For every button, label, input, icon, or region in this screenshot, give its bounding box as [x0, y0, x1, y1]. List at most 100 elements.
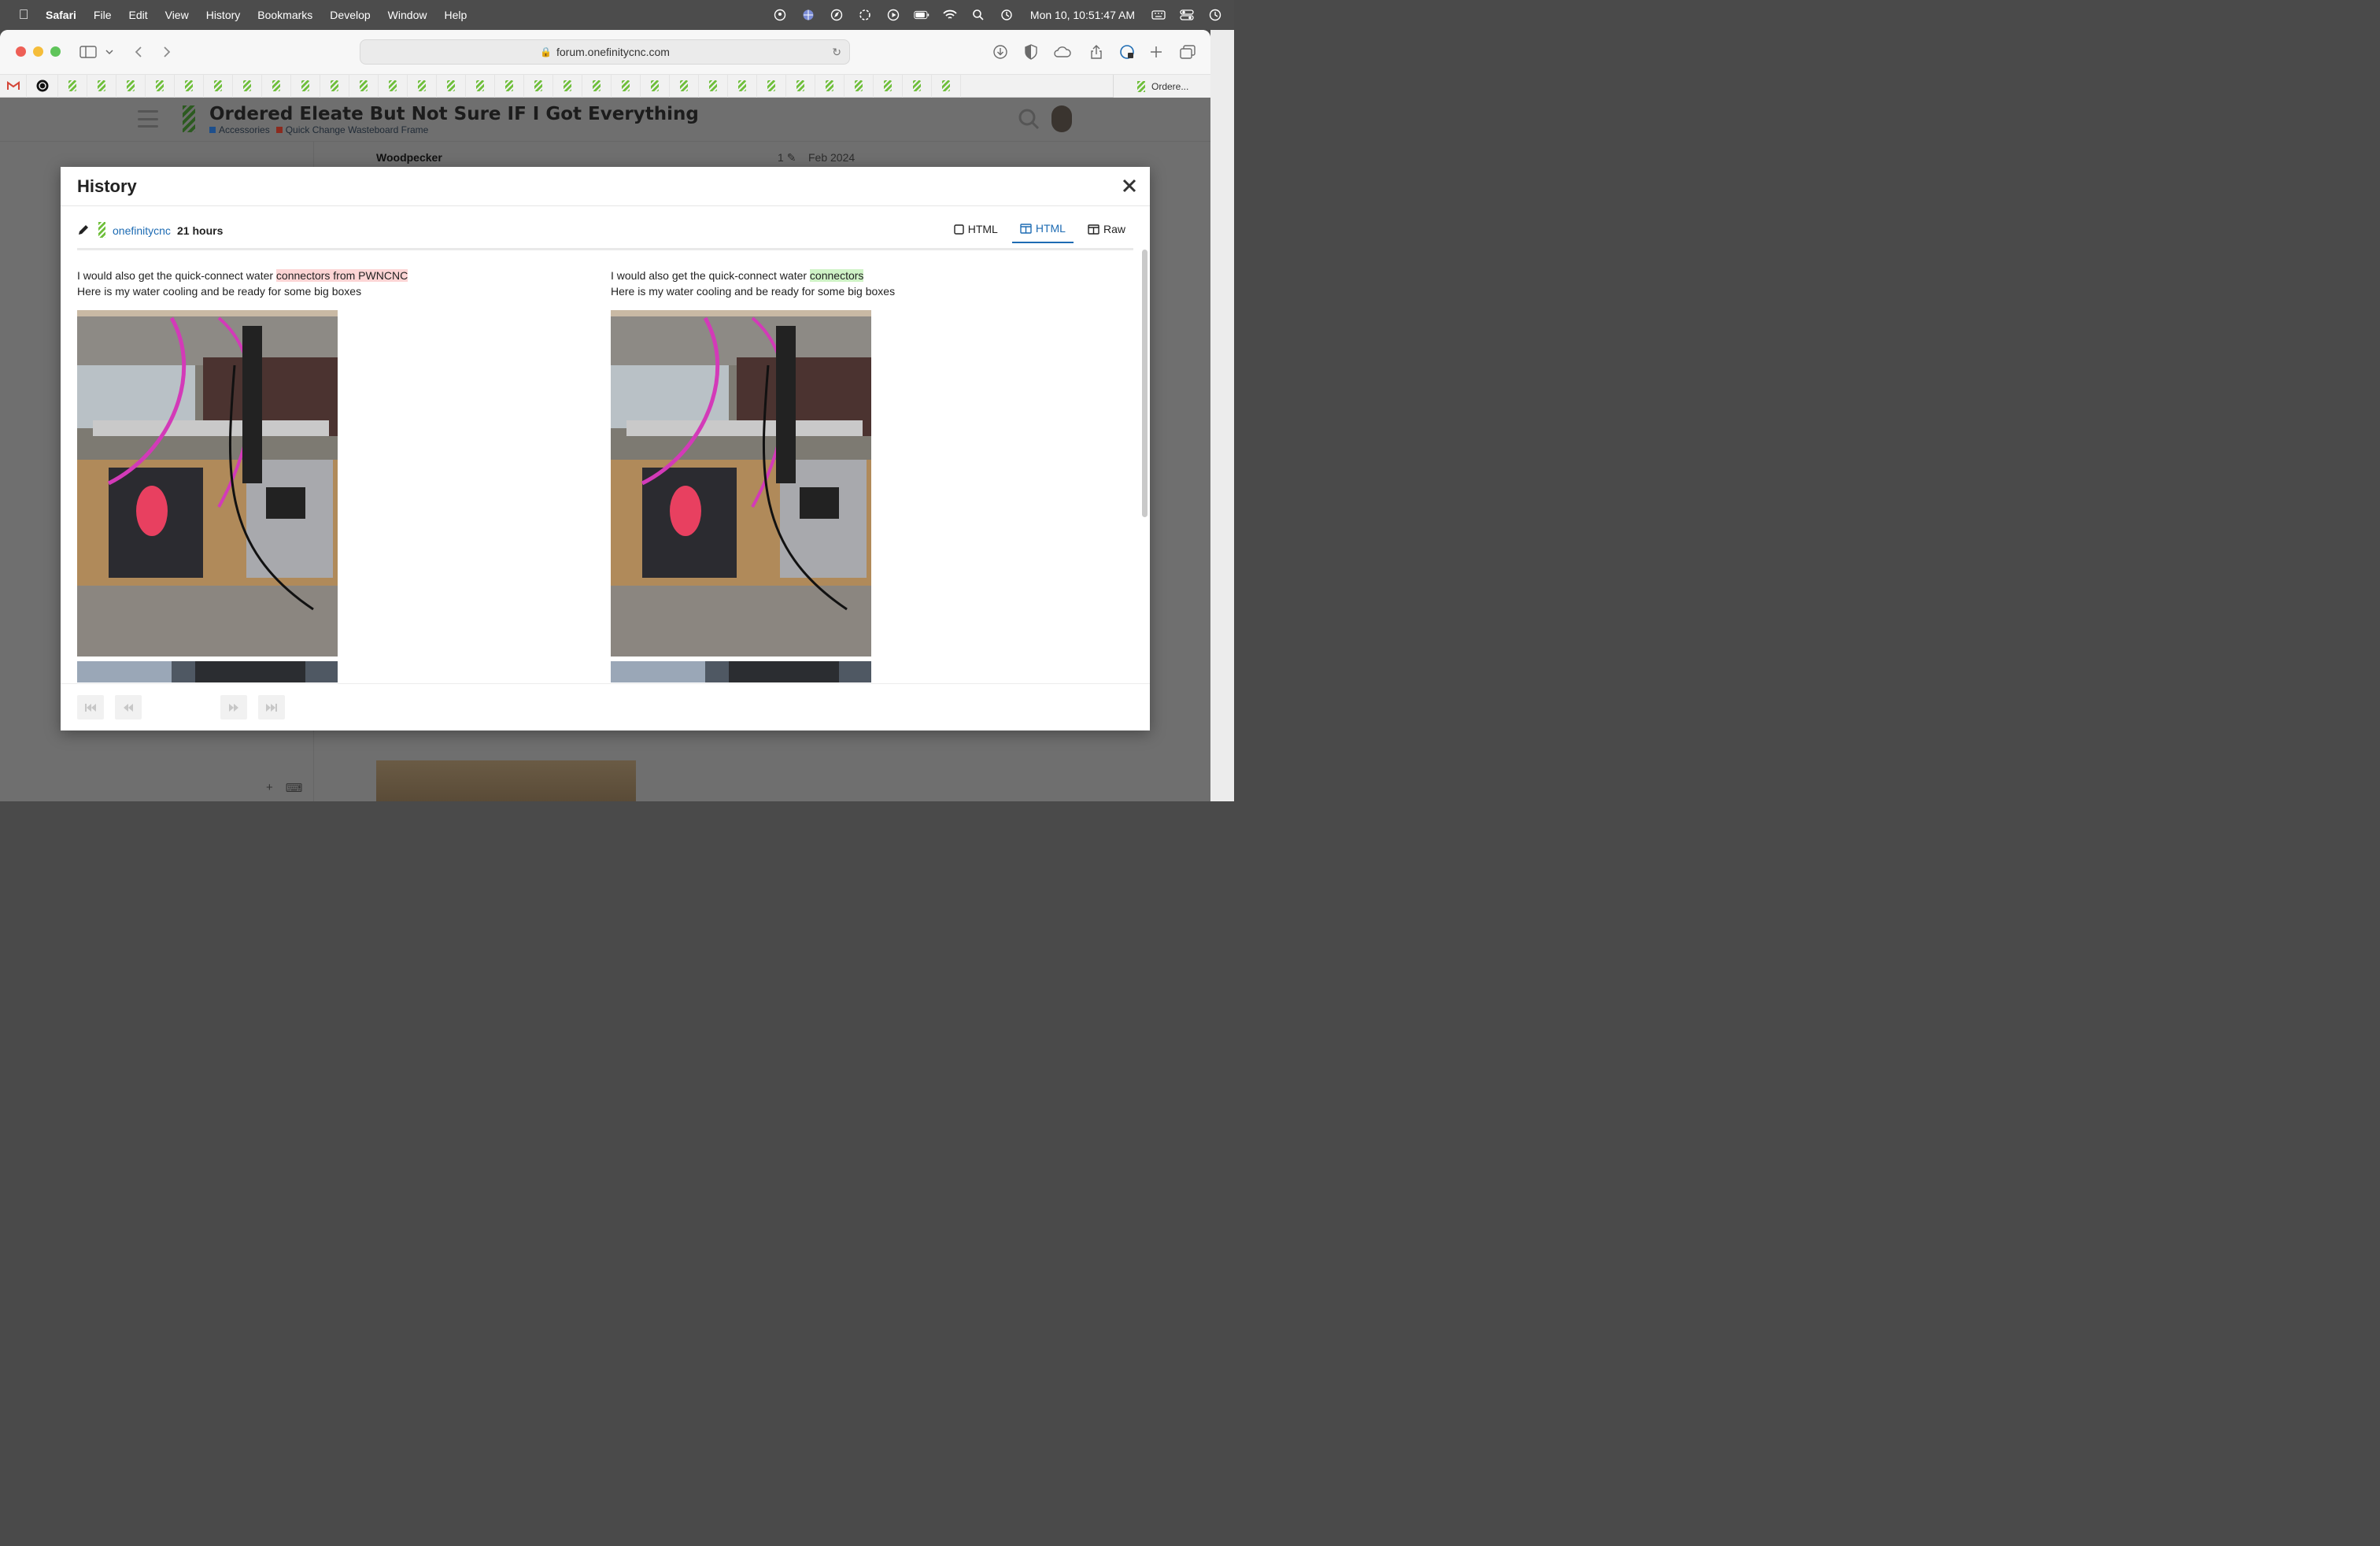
forum-tab-icon[interactable] — [874, 74, 903, 98]
spotlight-search-icon[interactable] — [970, 7, 986, 23]
topic-categories: Accessories Quick Change Wasteboard Fram… — [209, 124, 428, 135]
forum-tab-icon[interactable] — [612, 74, 641, 98]
forum-tab-icon[interactable] — [437, 74, 466, 98]
play-icon[interactable] — [885, 7, 901, 23]
topic-title[interactable]: Ordered Eleate But Not Sure IF I Got Eve… — [209, 104, 699, 124]
active-tab-label: Ordere... — [1151, 81, 1189, 92]
forum-tab-icon[interactable] — [175, 74, 204, 98]
revision-user[interactable]: onefinitycnc — [113, 224, 171, 237]
keyboard-icon[interactable] — [1151, 7, 1166, 23]
post-date[interactable]: Feb 2024 — [808, 151, 855, 164]
forum-tab-icon[interactable] — [58, 74, 87, 98]
forum-logo[interactable] — [183, 105, 195, 132]
downloads-icon[interactable] — [991, 43, 1010, 61]
forward-button[interactable] — [157, 43, 176, 61]
deleted-text: connectors from PWNCNC — [275, 269, 408, 282]
zoom-window-button[interactable] — [50, 46, 61, 57]
gmail-icon[interactable] — [0, 74, 27, 98]
previous-revision-button[interactable] — [115, 695, 142, 719]
forum-tab-icon[interactable] — [349, 74, 379, 98]
edit-count[interactable]: 1 — [778, 151, 784, 164]
forum-tab-icon[interactable] — [466, 74, 495, 98]
tab-overview-icon[interactable] — [1178, 43, 1197, 61]
icloud-icon[interactable] — [1053, 43, 1072, 61]
forum-tab-icon[interactable] — [87, 74, 116, 98]
time-machine-icon[interactable] — [999, 7, 1014, 23]
menu-edit[interactable]: Edit — [128, 9, 147, 21]
forum-tab-icon[interactable] — [932, 74, 961, 98]
back-button[interactable] — [129, 43, 148, 61]
forum-tab-icon[interactable] — [728, 74, 757, 98]
menu-bookmarks[interactable]: Bookmarks — [257, 9, 312, 21]
menu-file[interactable]: File — [94, 9, 112, 21]
clock-icon[interactable] — [1207, 7, 1223, 23]
password-extension-icon[interactable] — [1118, 43, 1136, 61]
tab-inline-html[interactable]: HTML — [946, 215, 1006, 243]
tab-raw[interactable]: Raw — [1080, 215, 1133, 243]
forum-tab-icon[interactable] — [495, 74, 524, 98]
forum-tab-icon[interactable] — [815, 74, 844, 98]
openai-tab-icon[interactable] — [27, 74, 58, 98]
last-revision-button[interactable] — [258, 695, 285, 719]
forum-tab-icon[interactable] — [146, 74, 175, 98]
new-tab-icon[interactable] — [1147, 43, 1166, 61]
wifi-icon[interactable] — [942, 7, 958, 23]
forum-tab-icon[interactable] — [582, 74, 612, 98]
post-author[interactable]: Woodpecker — [376, 151, 442, 164]
hamburger-menu-icon[interactable] — [138, 110, 158, 128]
forum-tab-icon[interactable] — [699, 74, 728, 98]
chevron-down-icon[interactable] — [102, 43, 116, 61]
openai-icon[interactable] — [857, 7, 873, 23]
forum-tab-icon[interactable] — [320, 74, 349, 98]
forum-tab-icon[interactable] — [553, 74, 582, 98]
avatar[interactable] — [1051, 105, 1072, 132]
address-bar[interactable]: 🔒 forum.onefinitycnc.com ↻ — [360, 39, 850, 65]
minimize-window-button[interactable] — [33, 46, 43, 57]
next-revision-button[interactable] — [220, 695, 247, 719]
forum-tab-icon[interactable] — [757, 74, 786, 98]
menu-history[interactable]: History — [206, 9, 241, 21]
forum-tab-icon[interactable] — [524, 74, 553, 98]
menubar-clock[interactable]: Mon 10, 10:51:47 AM — [1030, 9, 1135, 21]
menu-develop[interactable]: Develop — [330, 9, 370, 21]
share-icon[interactable] — [1087, 43, 1106, 61]
close-window-button[interactable] — [16, 46, 26, 57]
control-center-icon[interactable] — [1179, 7, 1195, 23]
tab-side-by-side-html[interactable]: HTML — [1011, 215, 1074, 243]
category-wasteboard[interactable]: Quick Change Wasteboard Frame — [275, 124, 428, 135]
battery-icon[interactable] — [914, 7, 929, 23]
category-accessories[interactable]: Accessories — [209, 124, 270, 135]
compass-icon[interactable] — [829, 7, 844, 23]
reload-icon[interactable]: ↻ — [832, 46, 841, 59]
globe-icon[interactable] — [800, 7, 816, 23]
search-icon[interactable] — [1017, 107, 1040, 131]
menu-help[interactable]: Help — [444, 9, 467, 21]
first-revision-button[interactable] — [77, 695, 104, 719]
forum-tab-icon[interactable] — [408, 74, 437, 98]
forum-tab-icon[interactable] — [844, 74, 874, 98]
menu-window[interactable]: Window — [388, 9, 427, 21]
shield-icon[interactable] — [1022, 43, 1040, 61]
forum-tab-icon[interactable] — [903, 74, 932, 98]
forum-tab-icon[interactable] — [204, 74, 233, 98]
modal-title: History — [77, 176, 137, 196]
apple-icon[interactable]:  — [16, 7, 31, 23]
menu-view[interactable]: View — [165, 9, 189, 21]
modal-scrollbar[interactable] — [1142, 250, 1148, 517]
forum-tab-icon[interactable] — [262, 74, 291, 98]
sidebar-toggle-icon[interactable] — [79, 43, 98, 61]
plus-icon[interactable]: + — [266, 781, 273, 795]
forum-tab-icon[interactable] — [786, 74, 815, 98]
close-icon[interactable] — [1122, 178, 1137, 194]
password-icon[interactable] — [772, 7, 788, 23]
keyboard-icon[interactable]: ⌨ — [286, 781, 303, 795]
menu-app-name[interactable]: Safari — [46, 9, 76, 21]
forum-tab-icon[interactable] — [291, 74, 320, 98]
forum-tab-icon[interactable] — [670, 74, 699, 98]
forum-tab-icon[interactable] — [641, 74, 670, 98]
active-tab[interactable]: Ordere... — [1113, 75, 1210, 98]
forum-tab-icon[interactable] — [379, 74, 408, 98]
history-modal: History onefinitycnc 21 hours HTML HTML — [61, 167, 1150, 730]
forum-tab-icon[interactable] — [233, 74, 262, 98]
forum-tab-icon[interactable] — [116, 74, 146, 98]
